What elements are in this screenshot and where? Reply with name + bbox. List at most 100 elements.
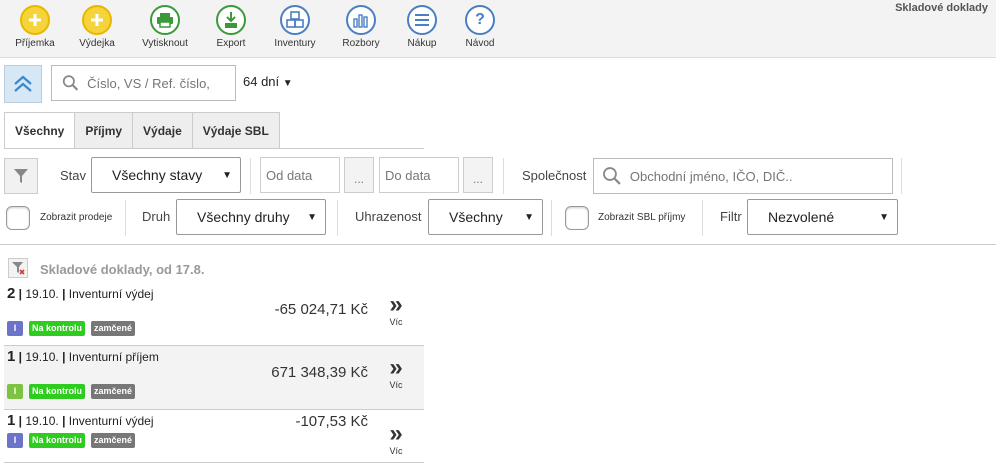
export-icon [216,5,246,35]
doc-amount: -65 024,71 Kč [274,301,368,318]
chevron-down-icon: ▼ [879,211,889,223]
plus-icon [20,5,50,35]
company-search-input[interactable] [629,168,892,184]
doc-amount: -107,53 Kč [295,413,368,430]
divider [551,200,552,236]
paid-value: Všechny [449,209,503,225]
toolbar-button-label: Inventury [274,38,316,49]
show-sbl-checkbox[interactable] [565,206,589,230]
state-select[interactable]: Všechny stavy ▼ [91,157,241,193]
date-from-picker-button[interactable]: ... [344,157,374,193]
more-button[interactable]: » Víc [386,291,406,328]
help-icon: ? [465,5,495,35]
printer-icon [150,5,180,35]
page-title: Skladové doklady [895,2,988,14]
toolbar-button-label: Příjemka [15,38,55,49]
toolbar-button-navod[interactable]: ? Návod [445,5,515,49]
collapse-button[interactable] [4,65,42,103]
doc-name[interactable]: Inventurní výdej [69,287,154,301]
chevron-down-icon: ▼ [524,211,534,223]
date-to-picker-button[interactable]: ... [463,157,493,193]
doc-header: 1 | 19.10. | Inventurní výdej [7,412,154,429]
clear-filter-button[interactable] [8,258,28,278]
chart-icon [346,5,376,35]
days-select[interactable]: 64 dní ▼ [243,74,293,89]
divider [337,200,338,236]
doc-header: 1 | 19.10. | Inventurní příjem [7,348,159,365]
search-icon [603,167,621,185]
doc-type-badge: I [7,384,23,399]
toolbar-button-inventury[interactable]: Inventury [260,5,330,49]
tab-issues[interactable]: Výdaje [132,112,193,149]
toolbar-button-prijemka[interactable]: Příjemka [0,5,70,49]
date-from-input[interactable]: Od data [260,157,340,193]
toolbar-button-export[interactable]: Export [196,5,266,49]
chevron-down-icon: ▼ [222,169,232,181]
list-item[interactable]: 1 | 19.10. | Inventurní výdej -107,53 Kč I… [4,410,424,463]
filter-select[interactable]: Nezvolené ▼ [747,199,898,235]
list-item[interactable]: 2 | 19.10. | Inventurní výdej -65 024,71 … [4,283,424,346]
days-value: 64 dní [243,74,280,89]
tab-receipts[interactable]: Příjmy [74,112,134,149]
filter-toggle-button[interactable] [4,158,38,194]
kind-value: Všechny druhy [197,209,290,225]
lock-badge: zamčené [91,384,136,399]
toolbar-button-vytisknout[interactable]: Vytisknout [130,5,200,49]
doc-type-badge: I [7,433,23,448]
double-chevron-right-icon: » [389,420,403,447]
toolbar-button-vydejka[interactable]: Výdejka [62,5,132,49]
more-label: Víc [389,446,403,456]
kind-label: Druh [142,209,171,224]
chevron-up-double-icon [14,75,32,92]
double-chevron-right-icon: » [389,354,403,381]
more-label: Víc [389,317,403,327]
doc-name[interactable]: Inventurní výdej [69,414,154,428]
divider [702,200,703,236]
state-value: Všechny stavy [112,167,203,183]
toolbar-button-label: Výdejka [79,38,115,49]
doc-name[interactable]: Inventurní příjem [69,350,159,364]
status-badge: Na kontrolu [29,384,86,399]
filter-label: Filtr [720,209,742,224]
inventory-icon [280,5,310,35]
paid-select[interactable]: Všechny ▼ [428,199,543,235]
more-button[interactable]: » Víc [386,420,406,457]
doc-type-badge: I [7,321,23,336]
doc-badges: I Na kontrolu zamčené [7,384,136,399]
doc-header: 2 | 19.10. | Inventurní výdej [7,285,154,302]
toolbar-button-label: Vytisknout [142,38,188,49]
chevron-down-icon: ▼ [307,211,317,223]
more-button[interactable]: » Víc [386,354,406,391]
divider [503,158,504,194]
lock-badge: zamčené [91,433,136,448]
more-label: Víc [389,380,403,390]
plus-icon [82,5,112,35]
divider [250,158,251,194]
tabs-divider [4,148,424,149]
divider [125,200,126,236]
company-search-box[interactable] [593,158,893,194]
status-badge: Na kontrolu [29,321,86,336]
filters-divider [0,244,996,245]
tab-all[interactable]: Všechny [4,112,76,149]
show-sales-checkbox[interactable] [6,206,30,230]
toolbar-button-rozbory[interactable]: Rozbory [326,5,396,49]
paid-label: Uhrazenost [355,209,422,224]
doc-badges: I Na kontrolu zamčené [7,321,136,336]
doc-date: 19.10. [25,414,59,428]
tab-issues-sbl[interactable]: Výdaje SBL [191,112,280,149]
filter-icon [14,169,28,183]
state-label: Stav [60,168,87,183]
kind-select[interactable]: Všechny druhy ▼ [176,199,326,235]
double-chevron-right-icon: » [389,291,403,318]
tabs: Všechny Příjmy Výdaje Výdaje SBL [4,112,280,149]
search-input[interactable] [87,75,235,91]
search-box[interactable] [51,65,236,101]
list-title: Skladové doklady, od 17.8. [40,262,205,277]
date-to-input[interactable]: Do data [379,157,459,193]
doc-amount: 671 348,39 Kč [271,364,368,381]
filter-clear-icon [12,262,25,275]
toolbar-button-label: Export [216,38,246,49]
list-item[interactable]: 1 | 19.10. | Inventurní příjem 671 348,39… [4,346,424,410]
search-icon [62,75,79,91]
